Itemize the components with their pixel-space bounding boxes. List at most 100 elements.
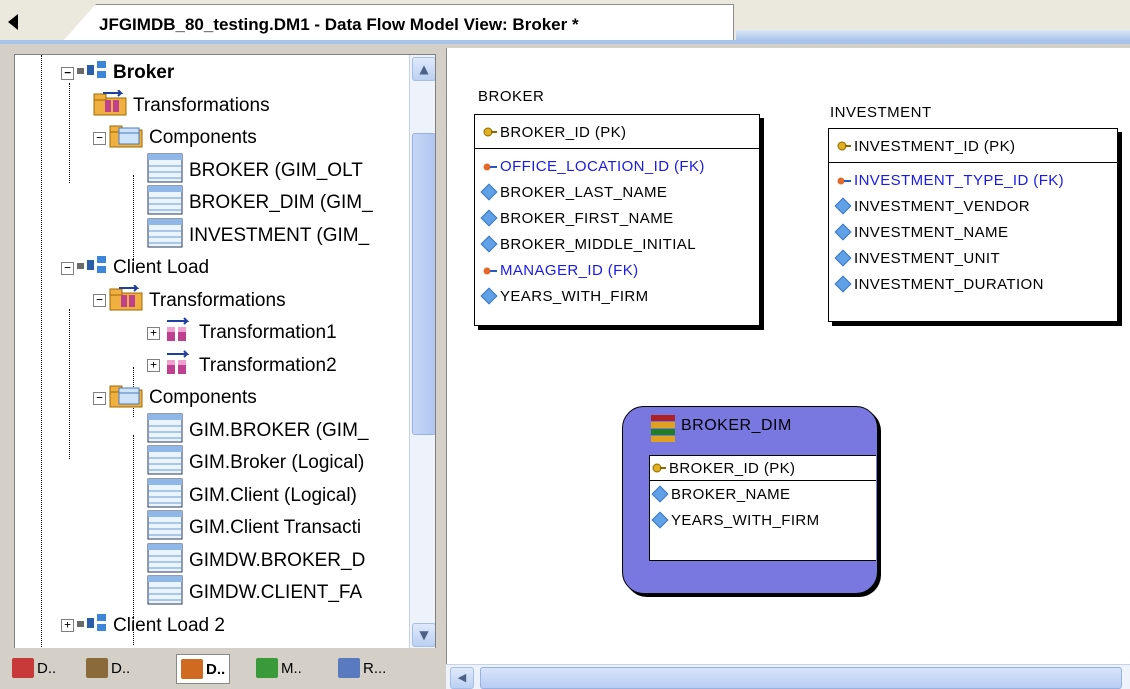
tree-item[interactable]: GIM.BROKER (GIM_ (147, 413, 369, 446)
scroll-thumb[interactable] (412, 133, 435, 435)
tree-item[interactable]: + Transformation2 (147, 349, 337, 381)
tree-item[interactable]: GIMDW.BROKER_D (147, 543, 366, 579)
transformation-icon (163, 317, 193, 349)
attribute-label: OFFICE_LOCATION_ID (FK) (500, 157, 705, 175)
attribute-row[interactable]: YEARS_WITH_FIRM (475, 283, 759, 309)
attribute-icon (480, 235, 498, 253)
tree-expander-icon[interactable]: − (61, 261, 74, 275)
model-explorer-tree[interactable]: − Broker Transformations − Components BROKER … (14, 54, 436, 650)
attribute-row[interactable]: INVESTMENT_VENDOR (829, 193, 1117, 219)
attribute-label: INVESTMENT_DURATION (854, 275, 1044, 293)
tree-item[interactable]: − Client Load (61, 253, 209, 283)
tree-connector-line (69, 309, 70, 459)
tree-connector-line (133, 175, 134, 265)
entity-broker-title: BROKER (478, 88, 545, 105)
table-icon (147, 218, 183, 254)
tree-item[interactable]: − Components (93, 383, 257, 413)
tree-expander-icon[interactable]: − (93, 391, 106, 405)
tree-item-label: GIM.Client (Logical) (189, 484, 357, 506)
data-lineage-icon (181, 659, 203, 679)
document-tab-bar: JFGIMDB_80_testing.DM1 - Data Flow Model… (0, 0, 1130, 44)
tree-item[interactable]: − Components (93, 123, 257, 153)
scroll-up-button[interactable]: ▲ (412, 57, 435, 81)
attribute-icon (834, 197, 852, 215)
tree-vertical-scrollbar[interactable]: ▲ ▼ (409, 55, 435, 649)
tree-item-label: GIM.BROKER (GIM_ (189, 419, 369, 441)
tree-item[interactable]: Transformations (93, 88, 270, 122)
entity-investment-title: INVESTMENT (830, 104, 932, 121)
tree-item[interactable]: + Transformation1 (147, 317, 337, 349)
attribute-row[interactable]: BROKER_MIDDLE_INITIAL (475, 231, 759, 257)
foreign-key-icon (483, 264, 497, 276)
tree-item-label: Client Load 2 (113, 614, 225, 636)
attribute-row[interactable]: INVESTMENT_DURATION (829, 271, 1117, 297)
foreign-key-attribute[interactable]: MANAGER_ID (FK) (475, 257, 759, 283)
components-folder-icon (109, 382, 143, 414)
table-icon (147, 543, 183, 579)
table-icon (147, 478, 183, 514)
tree-item[interactable]: GIM.Client Transacti (147, 510, 361, 543)
explorer-tab-2[interactable]: D.. (86, 654, 130, 682)
horizontal-scroll-thumb[interactable] (480, 667, 1122, 689)
attribute-row[interactable]: INVESTMENT_NAME (829, 219, 1117, 245)
tree-item[interactable]: GIM.Client (Logical) (147, 478, 357, 514)
primary-key-icon (483, 126, 497, 138)
pk-label: INVESTMENT_ID (PK) (854, 137, 1016, 155)
tree-expander-icon[interactable]: + (147, 326, 160, 340)
tree-item[interactable]: − Transformations (93, 283, 286, 316)
attribute-label: BROKER_NAME (671, 485, 791, 503)
tree-expander-icon[interactable]: − (93, 294, 106, 307)
explorer-tab-5[interactable]: R... (338, 654, 386, 682)
attribute-label: BROKER_FIRST_NAME (500, 209, 674, 227)
tree-expander-icon[interactable]: + (61, 619, 74, 632)
attribute-icon (480, 209, 498, 227)
explorer-tab-label: D.. (37, 659, 57, 677)
tree-item-label: GIMDW.BROKER_D (189, 549, 366, 571)
tree-item[interactable]: − Broker (61, 58, 174, 88)
attribute-label: INVESTMENT_VENDOR (854, 197, 1030, 215)
foreign-key-icon (483, 160, 497, 172)
tree-expander-icon[interactable]: − (61, 66, 74, 80)
attribute-row[interactable]: YEARS_WITH_FIRM (650, 507, 876, 533)
scroll-down-button[interactable]: ▼ (412, 623, 435, 647)
tab-data-flow-model-view[interactable]: JFGIMDB_80_testing.DM1 - Data Flow Model… (62, 4, 734, 42)
tree-item-label: Transformations (133, 94, 270, 116)
tree-item-label: Components (149, 387, 257, 408)
attribute-row[interactable]: BROKER_FIRST_NAME (475, 205, 759, 231)
tree-item[interactable]: GIMDW.CLIENT_FA (147, 575, 362, 608)
entity-investment[interactable]: INVESTMENT_ID (PK) INVESTMENT_TYPE_ID (F… (828, 128, 1118, 322)
table-icon (147, 445, 183, 481)
table-icon (147, 185, 183, 221)
tree-item[interactable]: + Client Load 2 (61, 611, 225, 641)
tree-item-label: Transformation2 (199, 354, 337, 376)
tree-expander-icon[interactable]: − (93, 131, 106, 145)
tree-item[interactable]: INVESTMENT (GIM_ (147, 218, 369, 254)
entity-broker-attributes: OFFICE_LOCATION_ID (FK) BROKER_LAST_NAME B… (475, 149, 759, 309)
entity-broker[interactable]: BROKER_ID (PK) OFFICE_LOCATION_ID (FK) BR… (474, 114, 760, 326)
tree-item-label: Transformation1 (199, 322, 337, 343)
tree-item[interactable]: GIM.Broker (Logical) (147, 445, 364, 481)
entity-broker-dim-title: BROKER_DIM (681, 417, 792, 434)
tree-item-label: Client Load (113, 257, 210, 278)
entity-broker-dim[interactable]: BROKER_DIM BROKER_ID (PK) BROKER_NAME YEA… (622, 406, 878, 594)
transformations-folder-icon (93, 88, 127, 122)
scroll-tabs-left-icon[interactable] (8, 14, 18, 30)
scroll-left-button[interactable]: ◀ (450, 667, 474, 689)
tree-item[interactable]: BROKER_DIM (GIM_ (147, 185, 373, 221)
explorer-tab-label: D.. (206, 660, 226, 678)
canvas-horizontal-scrollbar[interactable]: ◀ (446, 664, 1130, 689)
macro-icon (256, 658, 278, 678)
explorer-tab-1[interactable]: D.. (12, 654, 56, 682)
attribute-row[interactable]: BROKER_LAST_NAME (475, 179, 759, 205)
attribute-label: INVESTMENT_UNIT (854, 249, 1001, 267)
foreign-key-attribute[interactable]: OFFICE_LOCATION_ID (FK) (475, 153, 759, 179)
tree-expander-icon[interactable]: + (147, 359, 160, 372)
attribute-row[interactable]: INVESTMENT_UNIT (829, 245, 1117, 271)
explorer-tab-4[interactable]: M.. (256, 654, 302, 682)
attribute-icon (480, 183, 498, 201)
entity-broker-dim-pk: BROKER_ID (PK) (650, 456, 876, 481)
attribute-row[interactable]: BROKER_NAME (650, 481, 876, 507)
explorer-tab-3[interactable]: D.. (176, 654, 231, 684)
foreign-key-attribute[interactable]: INVESTMENT_TYPE_ID (FK) (829, 167, 1117, 193)
tree-item[interactable]: BROKER (GIM_OLT (147, 153, 363, 186)
